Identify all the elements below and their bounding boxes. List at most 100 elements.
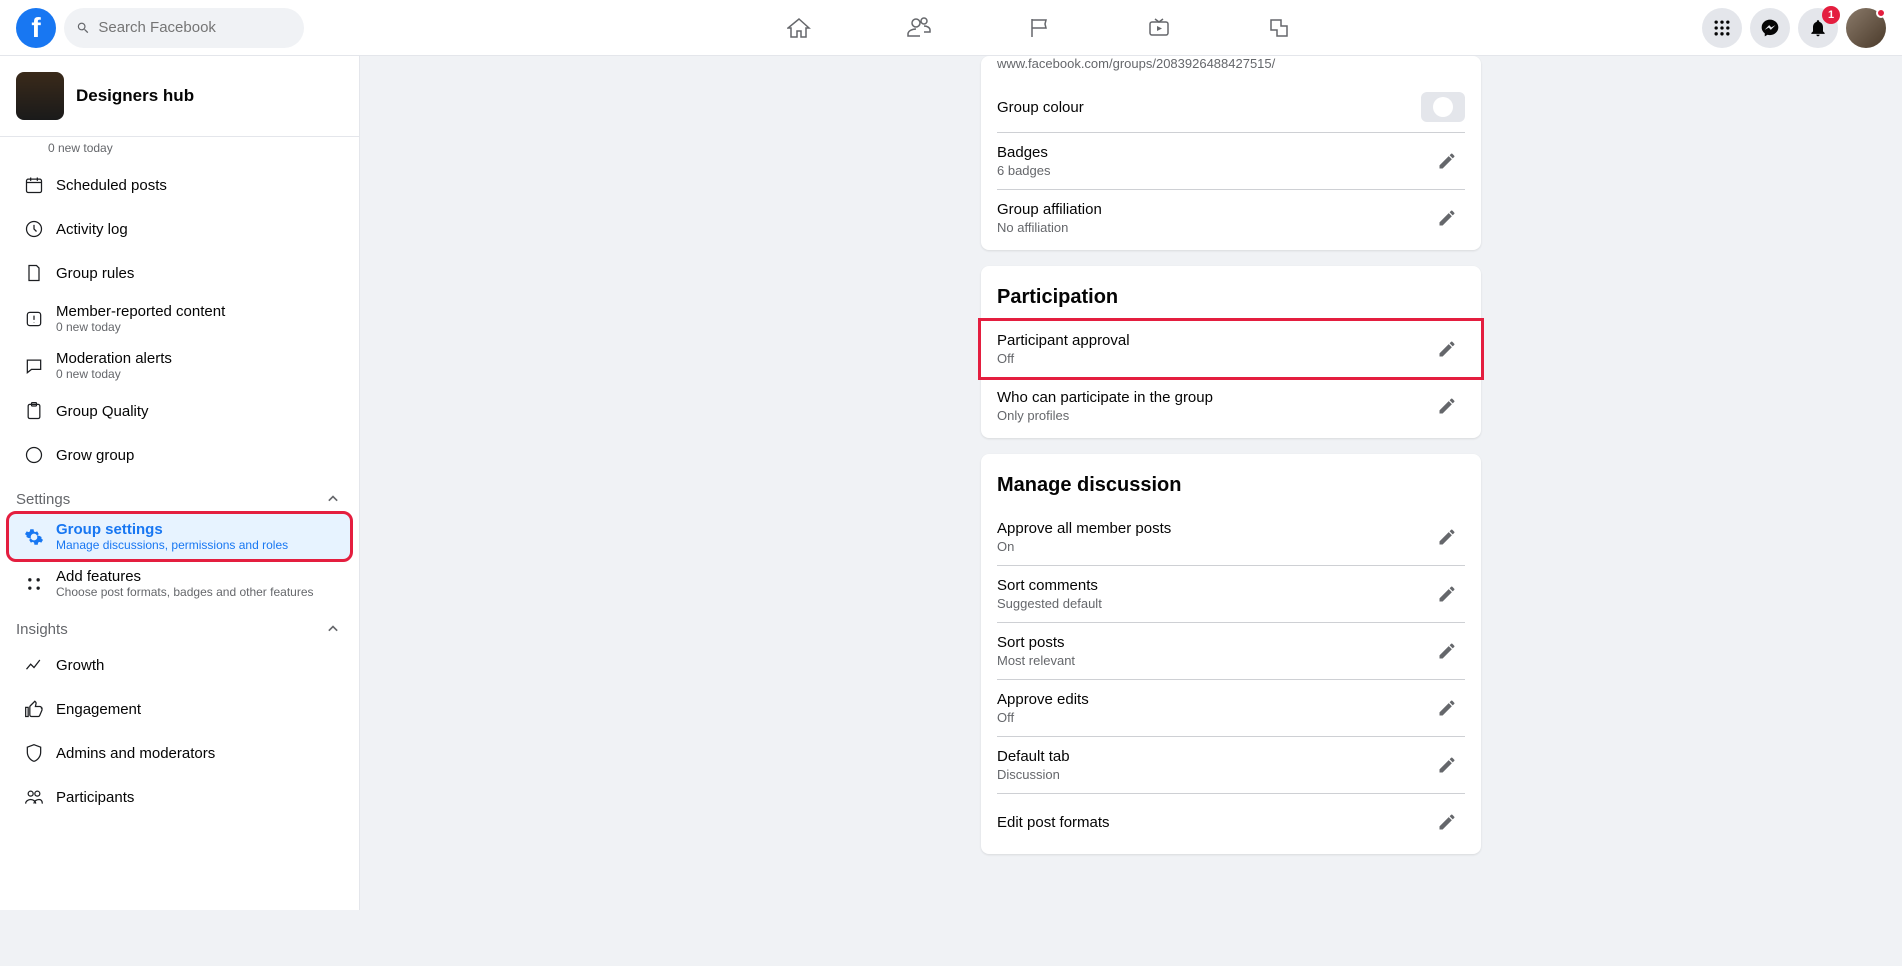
report-icon: [24, 309, 44, 329]
profile-avatar[interactable]: [1846, 8, 1886, 48]
sidebar-group-rules[interactable]: Group rules: [8, 251, 351, 295]
notifications-button[interactable]: 1: [1798, 8, 1838, 48]
row-approve-posts[interactable]: Approve all member postsOn: [997, 509, 1465, 565]
search-icon: [76, 20, 90, 36]
section-title: Insights: [16, 621, 68, 638]
setting-label: Sort comments: [997, 577, 1429, 594]
sidebar-engagement[interactable]: Engagement: [8, 687, 351, 731]
card-participation: Participation Participant approvalOff Wh…: [981, 266, 1481, 438]
sidebar-add-features[interactable]: Add featuresChoose post formats, badges …: [8, 560, 351, 607]
pencil-icon: [1437, 208, 1457, 228]
chat-alert-icon: [24, 356, 44, 376]
sidebar-group-quality[interactable]: Group Quality: [8, 389, 351, 433]
side-label: Add features: [56, 568, 343, 585]
setting-value: Suggested default: [997, 596, 1429, 611]
home-icon: [787, 16, 811, 40]
side-label: Group Quality: [56, 403, 343, 420]
messenger-button[interactable]: [1750, 8, 1790, 48]
side-label: Growth: [56, 657, 343, 674]
group-name: Designers hub: [76, 86, 194, 106]
shield-icon: [24, 743, 44, 763]
sidebar-admins[interactable]: Admins and moderators: [8, 731, 351, 775]
features-icon: [24, 574, 44, 594]
row-affiliation[interactable]: Group affiliation No affiliation: [997, 189, 1465, 246]
facebook-logo[interactable]: f: [16, 8, 56, 48]
nav-gaming[interactable]: [1223, 0, 1335, 56]
sidebar-partial-item: 0 new today: [0, 137, 359, 163]
sidebar-group-settings[interactable]: Group settingsManage discussions, permis…: [8, 513, 351, 560]
edit-button[interactable]: [1429, 747, 1465, 783]
section-insights[interactable]: Insights: [0, 607, 359, 643]
side-label: Group settings: [56, 521, 343, 538]
edit-button[interactable]: [1429, 519, 1465, 555]
avatar-dot: [1876, 8, 1886, 18]
nav-home[interactable]: [743, 0, 855, 56]
menu-button[interactable]: [1702, 8, 1742, 48]
search-input[interactable]: [98, 19, 292, 36]
sidebar-grow-group[interactable]: Grow group: [8, 433, 351, 477]
setting-value: Discussion: [997, 767, 1429, 782]
url-value: www.facebook.com/groups/2083926488427515…: [997, 56, 1465, 81]
row-badges[interactable]: Badges6 badges: [997, 132, 1465, 189]
side-label: Moderation alerts: [56, 350, 343, 367]
sidebar-scheduled-posts[interactable]: Scheduled posts: [8, 163, 351, 207]
edit-button[interactable]: [1429, 576, 1465, 612]
group-header[interactable]: Designers hub: [0, 56, 359, 137]
sidebar-member-reported[interactable]: Member-reported content0 new today: [8, 295, 351, 342]
setting-value: No affiliation: [997, 220, 1429, 235]
side-label: Engagement: [56, 701, 343, 718]
notification-badge: 1: [1822, 6, 1840, 24]
sidebar-participants[interactable]: Participants: [8, 775, 351, 819]
top-header: f 1: [0, 0, 1902, 56]
edit-button[interactable]: [1429, 331, 1465, 367]
setting-value: Off: [997, 351, 1429, 366]
header-left: f: [16, 8, 376, 48]
section-settings[interactable]: Settings: [0, 477, 359, 513]
row-edit-formats[interactable]: Edit post formats: [997, 793, 1465, 850]
setting-label: Edit post formats: [997, 814, 1429, 831]
edit-button[interactable]: [1429, 200, 1465, 236]
row-sort-comments[interactable]: Sort comments Suggested default: [997, 565, 1465, 622]
row-participant-approval[interactable]: Participant approval Off: [981, 321, 1481, 377]
edit-button[interactable]: [1429, 633, 1465, 669]
edit-button[interactable]: [1429, 690, 1465, 726]
pencil-icon: [1437, 755, 1457, 775]
colour-swatch[interactable]: [1421, 92, 1465, 122]
pencil-icon: [1437, 698, 1457, 718]
setting-label: Participant approval: [997, 332, 1429, 349]
side-sub: 0 new today: [56, 320, 343, 334]
sidebar-activity-log[interactable]: Activity log: [8, 207, 351, 251]
flag-icon: [1027, 16, 1051, 40]
pencil-icon: [1437, 641, 1457, 661]
side-label: Admins and moderators: [56, 745, 343, 762]
calendar-icon: [24, 175, 44, 195]
chevron-up-icon: [323, 489, 343, 509]
nav-watch[interactable]: [1103, 0, 1215, 56]
setting-label: Group colour: [997, 99, 1421, 116]
rules-icon: [24, 263, 44, 283]
row-who-participate[interactable]: Who can participate in the group Only pro…: [997, 377, 1465, 434]
row-approve-edits[interactable]: Approve editsOff: [997, 679, 1465, 736]
search-box[interactable]: [64, 8, 304, 48]
edit-button[interactable]: [1429, 388, 1465, 424]
nav-friends[interactable]: [863, 0, 975, 56]
card-title: Manage discussion: [997, 470, 1465, 501]
edit-button[interactable]: [1429, 143, 1465, 179]
setting-label: Sort posts: [997, 634, 1429, 651]
nav-pages[interactable]: [983, 0, 1095, 56]
row-default-tab[interactable]: Default tabDiscussion: [997, 736, 1465, 793]
sidebar: Designers hub 0 new today Scheduled post…: [0, 56, 360, 910]
setting-value: Only profiles: [997, 408, 1429, 423]
chevron-up-icon: [323, 619, 343, 639]
setting-label: Who can participate in the group: [997, 389, 1429, 406]
setting-label: Group affiliation: [997, 201, 1429, 218]
edit-button[interactable]: [1429, 804, 1465, 840]
watch-icon: [1147, 16, 1171, 40]
sidebar-growth[interactable]: Growth: [8, 643, 351, 687]
row-sort-posts[interactable]: Sort postsMost relevant: [997, 622, 1465, 679]
setting-label: Badges: [997, 144, 1429, 161]
gaming-icon: [1267, 16, 1291, 40]
row-group-colour[interactable]: Group colour: [997, 81, 1465, 132]
sidebar-moderation-alerts[interactable]: Moderation alerts0 new today: [8, 342, 351, 389]
setting-value: On: [997, 539, 1429, 554]
